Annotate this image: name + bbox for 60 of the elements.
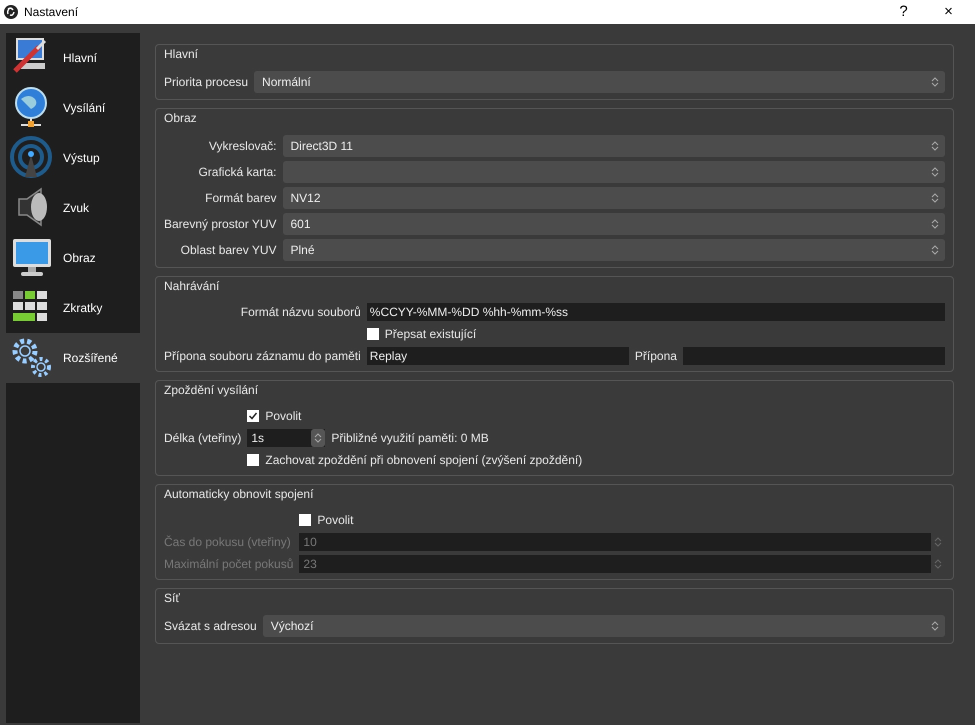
up-down-arrows-icon	[931, 244, 939, 256]
sidebar-item[interactable]: Zvuk	[6, 183, 140, 233]
field-label: Přípona souboru záznamu do paměti	[164, 348, 361, 365]
field-label: Vykreslovač:	[208, 138, 276, 155]
app-logo-icon	[4, 5, 18, 19]
help-button[interactable]: ?	[881, 0, 926, 24]
dropdown[interactable]: Plné	[282, 239, 945, 261]
field-label: Délka (vteřiny)	[164, 430, 242, 447]
dropdown[interactable]: Výchozí	[262, 615, 945, 637]
checkbox-label: Povolit	[317, 512, 354, 529]
group-title: Zpoždění vysílání	[164, 382, 258, 399]
field-label: Formát barev	[204, 190, 276, 207]
field-label: Svázat s adresou	[164, 618, 257, 635]
input-field[interactable]	[682, 347, 946, 365]
field-label: Čas do pokusu (vteřiny)	[164, 534, 292, 551]
up-down-arrows-icon	[931, 140, 939, 152]
group-title: Obraz	[164, 110, 197, 127]
field-label: Grafická karta:	[197, 164, 276, 181]
dropdown[interactable]: Direct3D 11	[282, 135, 945, 157]
input-field[interactable]: Replay	[366, 347, 629, 365]
sidebar-item[interactable]: Zkratky	[6, 283, 140, 333]
sidebar-item[interactable]: Vysílání	[6, 83, 140, 133]
up-down-arrows-icon	[931, 166, 939, 178]
field-label: Formát názvu souborů	[240, 304, 361, 321]
up-down-arrows-icon	[931, 620, 939, 632]
close-button[interactable]: ×	[926, 0, 971, 24]
checkbox-label: Přepsat existující	[384, 326, 476, 343]
up-down-arrows-icon	[314, 432, 322, 444]
checkbox-label: Povolit	[265, 408, 302, 425]
up-down-arrows-icon	[934, 536, 942, 548]
field-label: Oblast barev YUV	[180, 242, 276, 259]
up-down-arrows-icon	[931, 218, 939, 230]
up-down-arrows-icon	[931, 192, 939, 204]
sidebar-item[interactable]: Rozšířené	[6, 333, 140, 383]
dropdown[interactable]: NV12	[282, 187, 945, 209]
field-label: Maximální počet pokusů	[164, 556, 294, 573]
checkbox[interactable]	[366, 328, 379, 340]
spin-box[interactable]: 1s	[247, 429, 326, 447]
window-title: Nastavení	[24, 4, 78, 21]
checkbox-label: Zachovat zpoždění při obnovení spojení (zvýšení zpoždění)	[265, 452, 582, 469]
field-label: Priorita procesu	[164, 74, 248, 91]
sidebar-item[interactable]: Hlavní	[6, 33, 140, 83]
group-title: Síť	[164, 590, 180, 607]
up-down-arrows-icon	[931, 76, 939, 88]
sidebar-item[interactable]: Obraz	[6, 233, 140, 283]
antenna-signal-icon	[9, 135, 55, 181]
field-label: Barevný prostor YUV	[164, 216, 276, 233]
memory-usage-text: Přibližné využití paměti: 0 MB	[331, 430, 489, 447]
group-title: Nahrávání	[164, 278, 220, 295]
group-title: Automaticky obnovit spojení	[164, 486, 314, 503]
checkbox[interactable]	[247, 410, 260, 422]
checkbox[interactable]	[299, 514, 312, 526]
dropdown[interactable]: Normální	[254, 71, 945, 93]
field-label: Přípona	[634, 348, 677, 365]
sidebar-item[interactable]: Výstup	[6, 133, 140, 183]
dropdown[interactable]: 601	[282, 213, 945, 235]
up-down-arrows-icon	[934, 558, 942, 570]
group-title: Hlavní	[164, 46, 198, 63]
input-field[interactable]: %CCYY-%MM-%DD %hh-%mm-%ss	[366, 303, 945, 321]
checkbox[interactable]	[247, 454, 260, 466]
